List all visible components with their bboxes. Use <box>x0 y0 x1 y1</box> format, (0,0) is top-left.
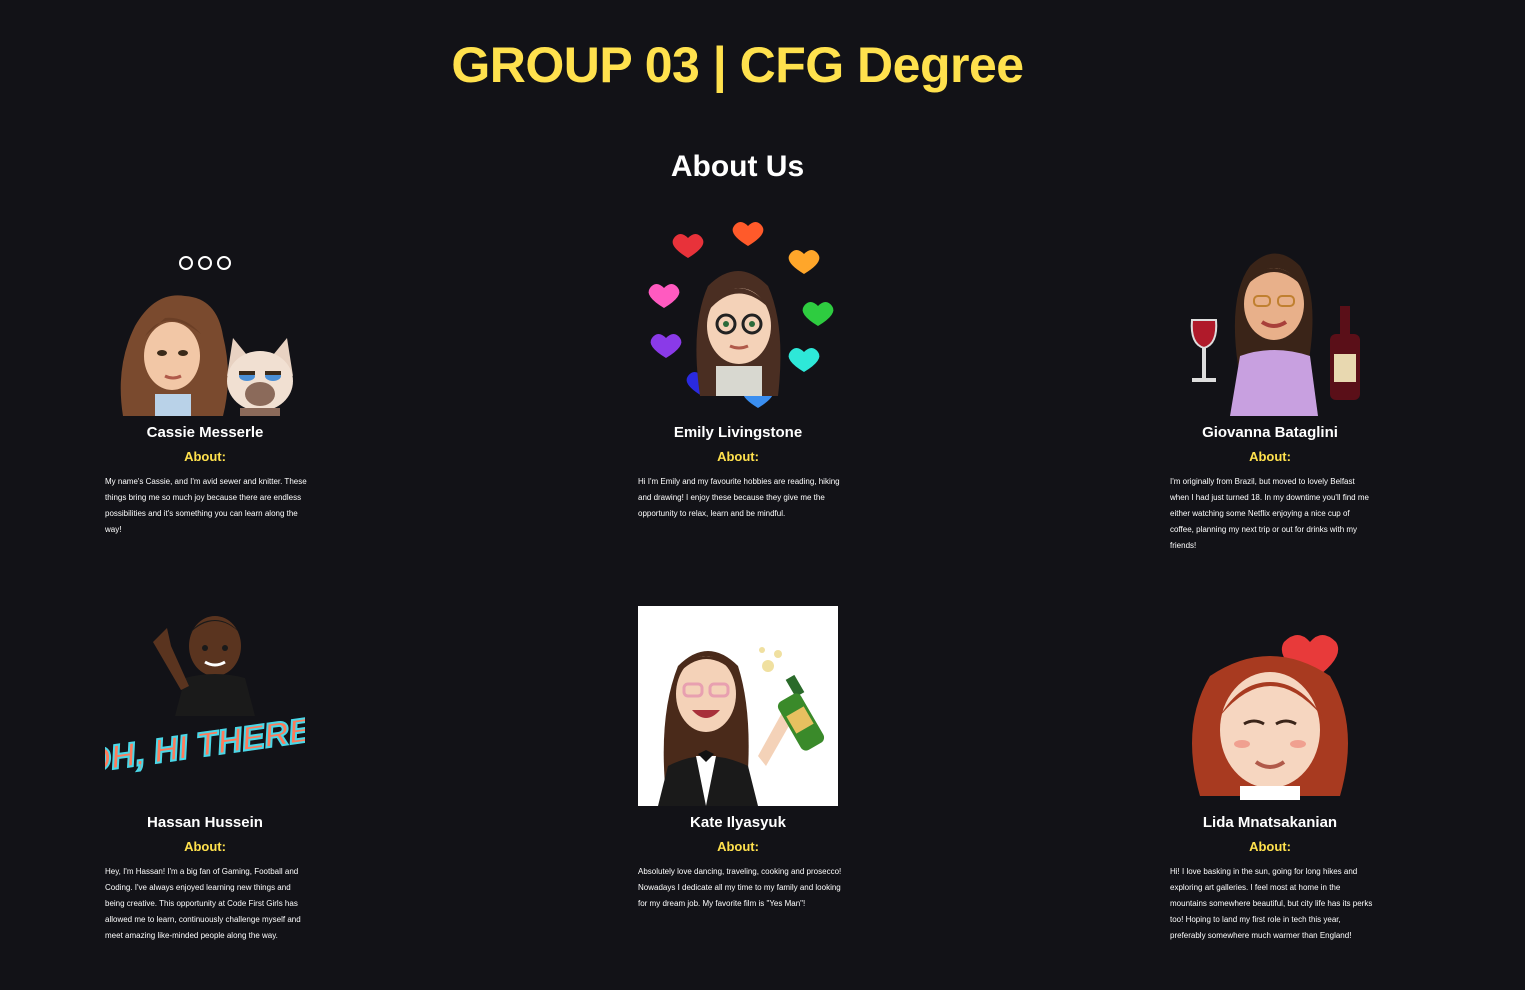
member-bio: Hi! I love basking in the sun, going for… <box>1170 867 1373 940</box>
member-bio: My name's Cassie, and I'm avid sewer and… <box>105 477 307 534</box>
member-name: Giovanna Bataglini <box>1202 424 1338 441</box>
member-name: Kate Ilyasyuk <box>690 814 786 831</box>
about-label: About: <box>184 449 226 464</box>
member-bio: Hi I'm Emily and my favourite hobbies ar… <box>638 477 840 518</box>
page: GROUP 03 | CFG Degree About Us Cassie Me… <box>0 0 1525 990</box>
member-bio: I'm originally from Brazil, but moved to… <box>1170 477 1369 550</box>
member-bio: Absolutely love dancing, traveling, cook… <box>638 867 842 908</box>
avatar-lida <box>1170 606 1370 806</box>
lida-avatar-image <box>1192 635 1348 800</box>
loading-dots-icon <box>105 256 305 270</box>
member-card-kate: Kate Ilyasyuk About: Absolutely love dan… <box>633 606 843 912</box>
about-us-heading: About Us <box>670 150 805 183</box>
avatar-cassie <box>105 216 305 416</box>
about-label: About: <box>717 839 759 854</box>
cassie-avatar-image <box>120 295 293 416</box>
member-name: Lida Mnatsakanian <box>1202 814 1338 831</box>
avatar-hassan: OH, HI THERE! <box>105 606 305 806</box>
about-label: About: <box>184 839 226 854</box>
member-card-cassie: Cassie Messerle About: My name's Cassie,… <box>100 216 310 538</box>
hassan-avatar-image: OH, HI THERE! <box>105 616 305 782</box>
kate-avatar-image <box>638 606 838 806</box>
member-card-emily: Emily Livingstone About: Hi I'm Emily an… <box>633 216 843 522</box>
about-label: About: <box>1249 839 1291 854</box>
site-title: GROUP 03 | CFG Degree <box>451 37 1024 93</box>
oh-hi-there-sticker: OH, HI THERE! <box>105 710 305 781</box>
member-card-lida: Lida Mnatsakanian About: Hi! I love bask… <box>1165 606 1375 944</box>
emily-avatar-image <box>648 222 834 408</box>
member-bio: Hey, I'm Hassan! I'm a big fan of Gaming… <box>105 867 301 940</box>
member-name: Hassan Hussein <box>147 814 263 831</box>
avatar-giovanna <box>1170 216 1370 416</box>
avatar-kate <box>638 606 838 806</box>
giovanna-avatar-image <box>1190 253 1360 416</box>
member-name: Emily Livingstone <box>673 424 803 441</box>
about-label: About: <box>717 449 759 464</box>
member-name: Cassie Messerle <box>146 424 264 441</box>
about-label: About: <box>1249 449 1291 464</box>
member-card-giovanna: Giovanna Bataglini About: I'm originally… <box>1165 216 1375 554</box>
avatar-emily <box>638 216 838 416</box>
member-card-hassan: OH, HI THERE! Hassan Hussein About: Hey,… <box>100 606 310 944</box>
